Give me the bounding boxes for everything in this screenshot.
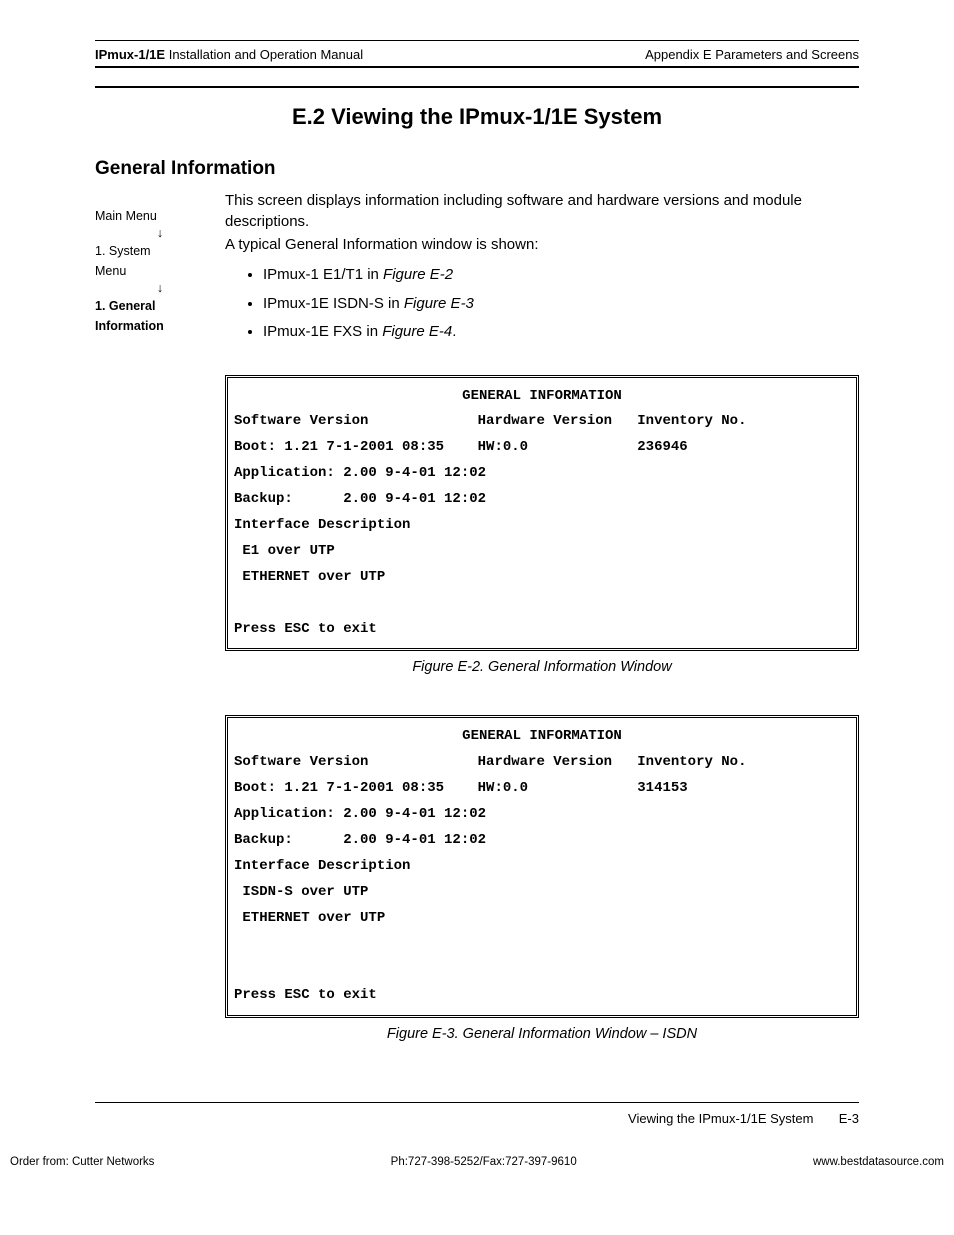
menu-path-l1: Main Menu — [95, 209, 157, 223]
terminal-line: Backup: 2.00 9-4-01 12:02 — [234, 832, 486, 848]
subsection-title: General Information — [95, 158, 904, 180]
menu-path-l2: 1. System — [95, 244, 151, 258]
terminal-line: Software Version Hardware Version Invent… — [234, 413, 746, 429]
page-footer: Viewing the IPmux-1/1E System E-3 — [95, 1111, 859, 1126]
footer-rule — [95, 1102, 859, 1103]
list-item: IPmux-1 E1/T1 in Figure E-2 — [263, 261, 859, 290]
footer-section: Viewing the IPmux-1/1E System — [628, 1111, 813, 1126]
section-rule — [95, 86, 859, 88]
bottom-right: www.bestdatasource.com — [813, 1156, 944, 1168]
menu-path: Main Menu ↓ 1. System Menu ↓ 1. General … — [95, 190, 225, 359]
terminal-line: Interface Description — [234, 517, 410, 533]
product-name: IPmux-1/1E — [95, 47, 165, 62]
terminal-line: ETHERNET over UTP — [234, 910, 385, 926]
down-arrow-icon: ↓ — [95, 226, 225, 241]
terminal-line: Software Version Hardware Version Invent… — [234, 754, 746, 770]
header-divider — [95, 66, 859, 68]
terminal-line: ISDN-S over UTP — [234, 884, 368, 900]
figure-ref: Figure E-4 — [382, 323, 452, 340]
terminal-window-e2: GENERAL INFORMATION Software Version Hard… — [225, 375, 859, 652]
page-number: E-3 — [839, 1111, 859, 1126]
figure-list: IPmux-1 E1/T1 in Figure E-2 IPmux-1E ISD… — [263, 261, 859, 347]
list-item: IPmux-1E FXS in Figure E-4. — [263, 318, 859, 347]
terminal-line: Application: 2.00 9-4-01 12:02 — [234, 465, 486, 481]
bottom-mid: Ph:727-398-5252/Fax:727-397-9610 — [391, 1156, 577, 1168]
menu-path-l4b: Information — [95, 319, 164, 333]
terminal-title: GENERAL INFORMATION — [234, 384, 850, 410]
intro-para-2: A typical General Information window is … — [225, 234, 859, 255]
top-rule — [95, 40, 859, 41]
terminal-window-e3: GENERAL INFORMATION Software Version Hard… — [225, 715, 859, 1018]
list-item: IPmux-1E ISDN-S in Figure E-3 — [263, 290, 859, 319]
bottom-line: Order from: Cutter Networks Ph:727-398-5… — [10, 1156, 944, 1168]
terminal-line: Application: 2.00 9-4-01 12:02 — [234, 806, 486, 822]
terminal-line: Interface Description — [234, 858, 410, 874]
running-header-left: IPmux-1/1E Installation and Operation Ma… — [95, 47, 363, 62]
terminal-line: Boot: 1.21 7-1-2001 08:35 HW:0.0 314153 — [234, 780, 688, 796]
figure-ref: Figure E-3 — [404, 295, 474, 312]
body-column: This screen displays information includi… — [225, 190, 859, 359]
menu-path-l4a: 1. General — [95, 299, 155, 313]
running-header-right: Appendix E Parameters and Screens — [645, 47, 859, 62]
terminal-line: Boot: 1.21 7-1-2001 08:35 HW:0.0 236946 — [234, 439, 688, 455]
manual-title: Installation and Operation Manual — [165, 47, 363, 62]
terminal-line: E1 over UTP — [234, 543, 335, 559]
menu-path-l3: Menu — [95, 264, 126, 278]
figure-caption-e2: Figure E-2. General Information Window — [225, 659, 859, 675]
figure-caption-e3: Figure E-3. General Information Window –… — [225, 1026, 859, 1042]
terminal-title: GENERAL INFORMATION — [234, 724, 850, 750]
section-title: E.2 Viewing the IPmux-1/1E System — [50, 104, 904, 130]
bottom-left: Order from: Cutter Networks — [10, 1156, 154, 1168]
terminal-line: Press ESC to exit — [234, 987, 377, 1003]
down-arrow-icon: ↓ — [95, 281, 225, 296]
running-header: IPmux-1/1E Installation and Operation Ma… — [95, 47, 859, 62]
intro-para-1: This screen displays information includi… — [225, 190, 859, 232]
terminal-line: Backup: 2.00 9-4-01 12:02 — [234, 491, 486, 507]
terminal-line: Press ESC to exit — [234, 621, 377, 637]
content-row: Main Menu ↓ 1. System Menu ↓ 1. General … — [95, 190, 859, 359]
terminal-line: ETHERNET over UTP — [234, 569, 385, 585]
figure-ref: Figure E-2 — [383, 266, 453, 283]
